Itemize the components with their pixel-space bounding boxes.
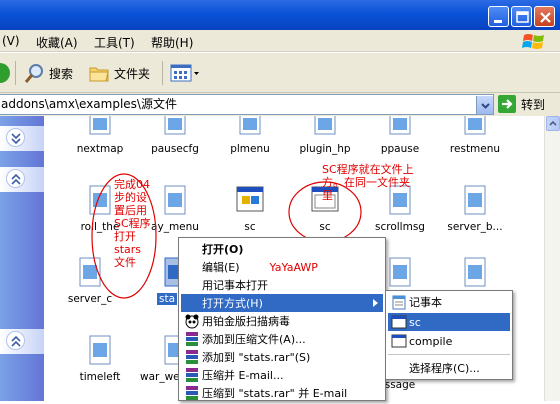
expand-chevron-icon[interactable] — [6, 331, 25, 350]
submenu-arrow-icon — [373, 299, 378, 307]
annotation-line: SC程序就在文件上 — [322, 163, 414, 176]
windows-logo-icon — [522, 34, 544, 49]
menu-item-label: 压缩并 E-mail... — [202, 369, 284, 382]
winrar-icon — [184, 349, 200, 365]
menu-item-label: 打开方式(H) — [202, 297, 263, 310]
annotation-line: SC程序 — [114, 217, 151, 230]
chevron-down-icon — [481, 103, 490, 109]
winrar-icon — [184, 385, 200, 401]
address-dropdown-button[interactable] — [476, 96, 493, 114]
maximize-button[interactable] — [511, 6, 532, 27]
pane-section-header[interactable] — [0, 167, 44, 192]
annotation-line: 置后用 — [114, 204, 147, 217]
application-icon — [391, 333, 407, 349]
menu-item-compress-to-stats-email[interactable]: 压缩到 "stats.rar" 并 E-mail — [181, 384, 383, 402]
annotation-line: 里 — [322, 189, 333, 202]
winrar-icon — [184, 367, 200, 383]
pane-section-header[interactable] — [0, 329, 44, 354]
search-button[interactable]: 搜索 — [23, 61, 73, 85]
views-icon — [170, 64, 199, 82]
toolbar-separator — [162, 61, 163, 85]
open-with-submenu: 记事本 sc compile 选择程序(C)... — [385, 290, 513, 380]
menu-item-label: 记事本 — [409, 296, 442, 309]
minimize-button[interactable] — [488, 6, 509, 27]
folders-button[interactable]: 文件夹 — [88, 61, 150, 85]
forward-arrow-icon — [0, 63, 10, 83]
annotation-left: 完成04 步的设 置后用 SC程序 打开 stars 文件 — [114, 178, 151, 269]
annotation-watermark: YaYaAWP — [269, 260, 318, 274]
annotation-line: 步的设 — [114, 191, 147, 204]
context-menu: 打开(O) 编辑(E) YaYaAWP 用记事本打开 打开方式(H) 用铂金版扫… — [178, 237, 386, 401]
vertical-scrollbar[interactable] — [544, 116, 560, 401]
menu-item-label: 用铂金版扫描病毒 — [202, 315, 290, 328]
search-label: 搜索 — [49, 66, 74, 81]
menu-help[interactable]: 帮助(H) — [151, 34, 193, 51]
menu-item-label: compile — [409, 334, 453, 348]
collapse-chevron-icon[interactable] — [6, 128, 25, 147]
application-icon — [391, 314, 407, 330]
address-bar: addons\amx\examples\源文件 转到 — [0, 93, 560, 116]
forward-button[interactable] — [0, 61, 12, 85]
annotation-line: 打开 — [114, 230, 136, 243]
go-arrow-icon — [498, 95, 516, 113]
folder-icon — [89, 67, 109, 82]
menu-favorites[interactable]: 收藏(A) — [36, 34, 78, 51]
address-path: addons\amx\examples\源文件 — [1, 97, 177, 111]
submenu-item-compile[interactable]: compile — [388, 332, 510, 350]
title-bar — [0, 0, 560, 30]
blank-icon — [391, 360, 407, 376]
go-label: 转到 — [521, 97, 546, 112]
menu-item-label: 添加到压缩文件(A)... — [202, 333, 306, 346]
menu-tools[interactable]: 工具(T) — [94, 34, 135, 51]
scroll-up-button[interactable] — [546, 116, 560, 131]
blank-icon — [184, 241, 200, 257]
menu-item-open-with-notepad[interactable]: 用记事本打开 — [181, 276, 383, 294]
blank-icon — [184, 295, 200, 311]
menu-item-edit[interactable]: 编辑(E) YaYaAWP — [181, 258, 383, 276]
annotation-line: 文件 — [114, 256, 136, 269]
toolbar: 搜索 文件夹 — [0, 53, 560, 93]
go-button[interactable]: 转到 — [498, 95, 545, 113]
menu-item-label: 编辑(E) — [202, 261, 240, 274]
submenu-item-choose-program[interactable]: 选择程序(C)... — [388, 359, 510, 377]
expand-chevron-icon[interactable] — [6, 169, 25, 188]
menu-item-label: 选择程序(C)... — [409, 362, 480, 375]
panda-icon — [184, 313, 200, 329]
menu-item-open[interactable]: 打开(O) — [181, 240, 383, 258]
toolbar-separator — [15, 61, 16, 85]
menu-item-label: sc — [409, 315, 421, 329]
menu-separator — [388, 354, 510, 355]
close-button[interactable] — [534, 6, 555, 27]
pane-section-header[interactable] — [0, 126, 44, 151]
folders-label: 文件夹 — [114, 66, 151, 81]
blank-icon — [184, 259, 200, 275]
notepad-icon — [391, 294, 407, 310]
menu-item-compress-email[interactable]: 压缩并 E-mail... — [181, 366, 383, 384]
task-pane — [0, 116, 44, 401]
menu-item-add-archive[interactable]: 添加到压缩文件(A)... — [181, 330, 383, 348]
submenu-item-notepad[interactable]: 记事本 — [388, 293, 510, 311]
winrar-icon — [184, 331, 200, 347]
menu-item-label: 打开(O) — [202, 243, 244, 256]
address-input[interactable]: addons\amx\examples\源文件 — [0, 94, 494, 115]
menu-bar: (V) 收藏(A) 工具(T) 帮助(H) — [0, 30, 560, 52]
menu-item-antivirus-scan[interactable]: 用铂金版扫描病毒 — [181, 312, 383, 330]
submenu-item-sc[interactable]: sc — [388, 313, 510, 331]
menu-view[interactable]: (V) — [2, 34, 20, 48]
menu-item-open-with[interactable]: 打开方式(H) — [181, 294, 383, 312]
annotation-line: 方。在同一文件夹 — [322, 176, 410, 189]
annotation-line: stars — [114, 243, 142, 256]
views-button[interactable] — [170, 61, 200, 85]
chevron-up-icon — [549, 120, 557, 126]
menu-item-add-to-stats-rar[interactable]: 添加到 "stats.rar"(S) — [181, 348, 383, 366]
annotation-line: 完成04 — [114, 178, 150, 191]
annotation-right: SC程序就在文件上 方。在同一文件夹 里 — [322, 163, 414, 202]
search-icon — [24, 64, 43, 83]
menu-item-label: 用记事本打开 — [202, 279, 268, 292]
blank-icon — [184, 277, 200, 293]
menu-item-label: 添加到 "stats.rar"(S) — [202, 351, 311, 364]
menu-item-label: 压缩到 "stats.rar" 并 E-mail — [202, 387, 348, 400]
